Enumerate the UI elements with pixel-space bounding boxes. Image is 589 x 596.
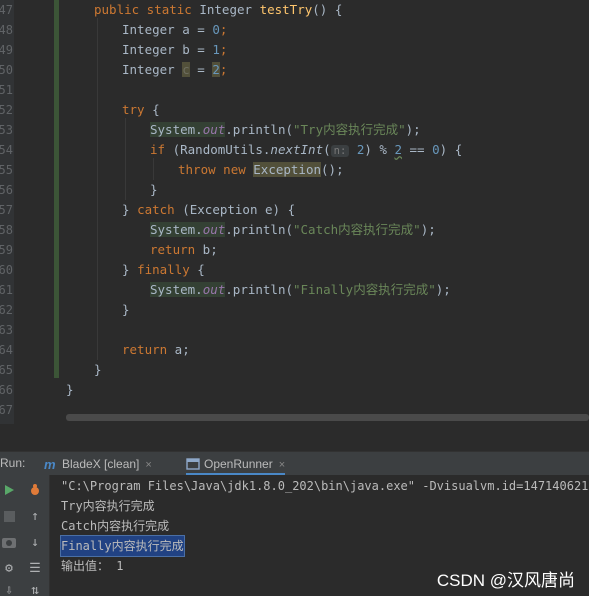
line-number: 62 bbox=[0, 303, 13, 317]
run-toolbar: ↑ ↓ ⚙ ☰ ⇩ ⇅ bbox=[0, 475, 50, 596]
code-line-close-brace: } bbox=[66, 382, 74, 397]
watermark: CSDN @汉风唐尚 bbox=[436, 571, 575, 590]
code-line-throw: throw new Exception(); bbox=[178, 162, 344, 177]
line-number: 57 bbox=[0, 203, 13, 217]
code-line-catch-println: System.out.println("Catch内容执行完成"); bbox=[150, 222, 436, 237]
app-window-icon bbox=[186, 455, 200, 470]
console-line: Catch内容执行完成 bbox=[61, 519, 170, 533]
scroll-down-icon[interactable]: ↓ bbox=[26, 533, 44, 551]
run-tool-header: Run: m BladeX [clean] × OpenRunner × bbox=[0, 451, 589, 476]
debug-icon[interactable] bbox=[26, 481, 44, 499]
run-title: Run: bbox=[0, 456, 26, 470]
scroll-up-icon[interactable]: ↑ bbox=[26, 507, 44, 525]
line-number: 56 bbox=[0, 183, 13, 197]
line-number: 67 bbox=[0, 403, 13, 417]
settings-icon[interactable]: ⚙ bbox=[0, 559, 18, 577]
code-line-try: try { bbox=[122, 102, 160, 117]
code-editor[interactable]: 47 48 49 50 51 52 53 54 55 56 57 58 59 6… bbox=[0, 0, 589, 424]
code-line-a-decl: Integer a = 0; bbox=[122, 22, 228, 37]
soft-wrap-icon[interactable]: ☰ bbox=[26, 559, 44, 577]
camera-icon[interactable] bbox=[0, 533, 18, 551]
line-number: 66 bbox=[0, 383, 13, 397]
console-line: 输出值： 1 bbox=[61, 559, 124, 573]
svg-text:m: m bbox=[44, 457, 56, 471]
line-number: 63 bbox=[0, 323, 13, 337]
line-number: 60 bbox=[0, 263, 13, 277]
tab-openrunner[interactable]: OpenRunner × bbox=[186, 452, 286, 476]
code-line-c-decl: Integer c = 2; bbox=[122, 62, 228, 77]
line-number: 51 bbox=[0, 83, 13, 97]
line-number-gutter: 47 48 49 50 51 52 53 54 55 56 57 58 59 6… bbox=[0, 0, 14, 424]
change-marker-bar bbox=[54, 0, 59, 378]
close-icon[interactable]: × bbox=[145, 459, 151, 471]
stop-icon[interactable] bbox=[0, 507, 18, 525]
tab-bladex-clean[interactable]: m BladeX [clean] × bbox=[44, 452, 152, 476]
code-line-try-println: System.out.println("Try内容执行完成"); bbox=[150, 122, 421, 137]
console-line-selected: Finally内容执行完成 bbox=[60, 535, 185, 557]
line-number: 55 bbox=[0, 163, 13, 177]
code-line-return-b: return b; bbox=[150, 242, 218, 257]
indent-guide bbox=[97, 18, 98, 360]
line-number: 52 bbox=[0, 103, 13, 117]
horizontal-scrollbar[interactable] bbox=[66, 414, 589, 421]
indent-guide bbox=[125, 118, 126, 200]
code-line-close-brace: } bbox=[122, 302, 130, 317]
run-icon[interactable] bbox=[0, 481, 18, 499]
code-line-close-brace: } bbox=[150, 182, 158, 197]
console-line: Try内容执行完成 bbox=[61, 499, 155, 513]
line-number: 48 bbox=[0, 23, 13, 37]
code-line-finally-println: System.out.println("Finally内容执行完成"); bbox=[150, 282, 451, 297]
line-number: 61 bbox=[0, 283, 13, 297]
print-icon[interactable]: ⇅ bbox=[26, 581, 44, 596]
code-line-return-a: return a; bbox=[122, 342, 190, 357]
line-number: 65 bbox=[0, 363, 13, 377]
parameter-hint: n: bbox=[330, 145, 350, 157]
console-line-command: "C:\Program Files\Java\jdk1.8.0_202\bin\… bbox=[61, 479, 589, 493]
pin-icon[interactable]: ⇩ bbox=[0, 581, 18, 596]
code-line-finally: } finally { bbox=[122, 262, 205, 277]
line-number: 59 bbox=[0, 243, 13, 257]
close-icon[interactable]: × bbox=[279, 459, 285, 471]
code-line-close-brace: } bbox=[94, 362, 102, 377]
code-line-method-signature: public static Integer testTry() { bbox=[94, 2, 343, 17]
line-number: 49 bbox=[0, 43, 13, 57]
indent-guide bbox=[153, 158, 154, 180]
line-number: 50 bbox=[0, 63, 13, 77]
line-number: 54 bbox=[0, 143, 13, 157]
code-line-if: if (RandomUtils.nextInt(n: 2) % 2 == 0) … bbox=[150, 142, 463, 157]
line-number: 47 bbox=[0, 3, 13, 17]
maven-icon: m bbox=[44, 455, 58, 472]
code-line-b-decl: Integer b = 1; bbox=[122, 42, 228, 57]
line-number: 53 bbox=[0, 123, 13, 137]
line-number: 64 bbox=[0, 343, 13, 357]
code-line-catch: } catch (Exception e) { bbox=[122, 202, 296, 217]
line-number: 58 bbox=[0, 223, 13, 237]
